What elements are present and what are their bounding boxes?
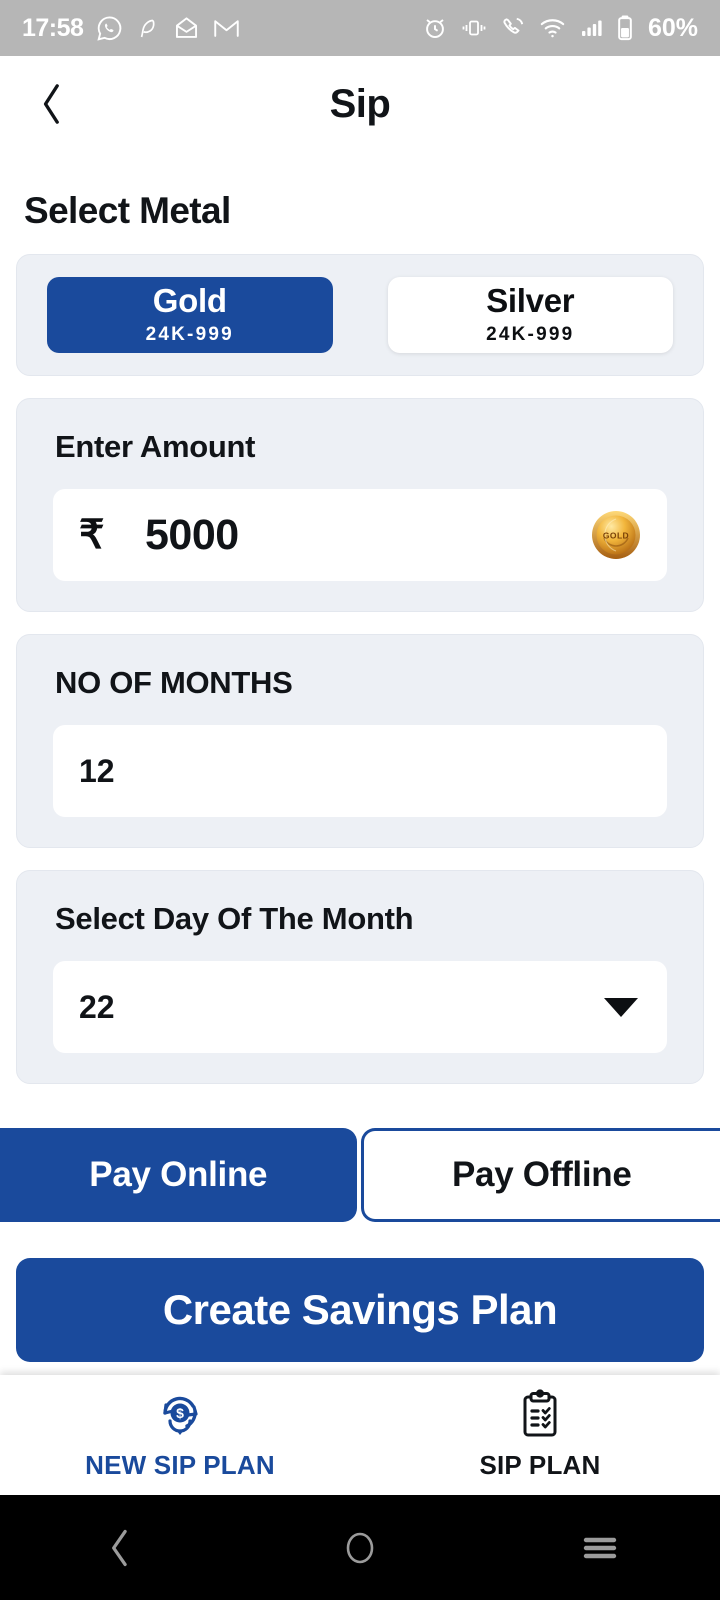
pay-online-button[interactable]: Pay Online [0,1128,357,1222]
chevron-left-icon [43,84,59,124]
rupee-symbol-icon: ₹ [79,513,105,557]
amount-label: Enter Amount [55,429,256,464]
envelope-icon [176,16,198,38]
section-title-select-metal: Select Metal [24,190,231,231]
whatsapp-icon [97,16,122,41]
wifi-icon [540,19,565,38]
nav-item-sip-plan[interactable]: SIP PLAN [360,1389,720,1481]
vibrate-icon [462,20,486,36]
months-card: NO OF MONTHS 12 [16,634,704,848]
metal-option-gold-label: Gold [152,282,227,319]
months-label: NO OF MONTHS [55,665,293,700]
amount-value: 5000 [145,510,239,559]
refresh-dollar-icon: $ [163,1396,198,1435]
gmail-icon [214,20,240,37]
feather-icon [141,19,155,37]
status-time: 17:58 [22,13,84,42]
circle-icon [346,1532,374,1563]
gold-coin-icon: GOLD [592,511,640,559]
chevron-left-icon [112,1529,127,1566]
metal-option-silver-purity: 24K-999 [486,324,575,345]
android-navigation-bar [0,1495,720,1600]
svg-text:GOLD: GOLD [603,531,629,541]
hamburger-icon [583,1537,617,1558]
alarm-icon [426,19,444,38]
status-bar-right: 60% [422,14,698,43]
clipboard-checklist-icon [523,1389,557,1437]
months-input[interactable]: 12 [53,725,667,817]
signal-icon [581,20,602,36]
metal-option-gold[interactable]: Gold 24K-999 [47,277,333,353]
caret-down-icon[interactable] [601,994,641,1020]
nav-item-sip-plan-label: SIP PLAN [479,1450,601,1480]
nav-item-new-sip-plan-label: NEW SIP PLAN [85,1450,275,1480]
app-header: Sip [0,56,720,152]
android-back-button[interactable] [0,1529,240,1567]
day-of-month-value: 22 [79,988,115,1025]
app-screen: 17:58 60% Sip Select Metal Gold 24K-999 … [0,0,720,1600]
day-of-month-select[interactable]: 22 [53,961,667,1053]
status-bar: 17:58 60% [0,0,720,56]
day-of-month-card: Select Day Of The Month 22 [16,870,704,1084]
android-recents-button[interactable] [480,1533,720,1563]
battery-icon [618,15,632,41]
months-value: 12 [79,752,115,789]
day-of-month-label: Select Day Of The Month [55,901,414,936]
nav-item-new-sip-plan[interactable]: $ NEW SIP PLAN [0,1389,360,1481]
status-bar-left: 17:58 [22,14,240,43]
metal-selector-card: Gold 24K-999 Silver 24K-999 [16,254,704,376]
call-icon [503,17,524,34]
svg-text:$: $ [176,1405,184,1421]
amount-card: Enter Amount ₹ 5000 GOLD [16,398,704,612]
amount-input[interactable]: ₹ 5000 GOLD [53,489,667,581]
back-button[interactable] [28,80,76,128]
android-home-button[interactable] [240,1528,480,1568]
create-savings-plan-button[interactable]: Create Savings Plan [16,1258,704,1362]
payment-mode-row: Pay Online Pay Offline [0,1128,720,1222]
page-title: Sip [329,81,391,126]
metal-option-silver-label: Silver [486,282,575,319]
pay-offline-button[interactable]: Pay Offline [360,1128,720,1222]
battery-percent: 60% [647,13,698,42]
bottom-navigation: $ NEW SIP PLAN SIP PLAN [0,1375,720,1495]
metal-option-gold-purity: 24K-999 [145,324,234,345]
metal-option-silver[interactable]: Silver 24K-999 [387,277,673,353]
